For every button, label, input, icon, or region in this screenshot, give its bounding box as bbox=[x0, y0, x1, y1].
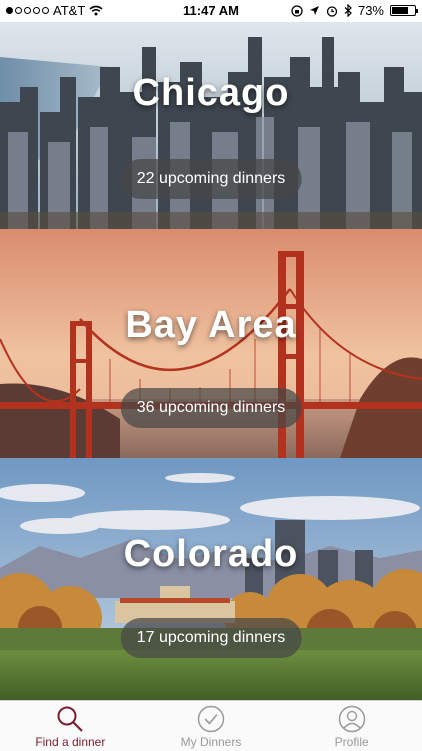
city-card-bay-area[interactable]: Bay Area 36 upcoming dinners bbox=[0, 229, 422, 458]
upcoming-dinners-bay-area: 36 upcoming dinners bbox=[120, 388, 302, 428]
tab-bar: Find a dinner My Dinners Profile bbox=[0, 700, 422, 751]
city-card-chicago[interactable]: Chicago 22 upcoming dinners bbox=[0, 22, 422, 229]
upcoming-dinners-colorado: 17 upcoming dinners bbox=[120, 618, 302, 658]
tab-label-my-dinners: My Dinners bbox=[180, 735, 242, 749]
city-name-colorado: Colorado bbox=[123, 533, 299, 575]
battery-percent: 73% bbox=[357, 3, 384, 18]
alarm-icon bbox=[326, 5, 338, 17]
battery-icon bbox=[390, 5, 418, 16]
location-icon bbox=[309, 6, 319, 15]
status-bar: AT&T 11:47 AM 73% bbox=[0, 0, 422, 22]
tab-label-profile: Profile bbox=[334, 735, 369, 749]
bluetooth-icon bbox=[344, 4, 352, 17]
tab-profile[interactable]: Profile bbox=[281, 701, 422, 751]
city-name-bay-area: Bay Area bbox=[125, 304, 297, 346]
check-circle-icon bbox=[197, 705, 225, 733]
city-card-colorado[interactable]: Colorado 17 upcoming dinners bbox=[0, 458, 422, 700]
tab-label-find-a-dinner: Find a dinner bbox=[35, 735, 106, 749]
city-photo-colorado bbox=[0, 458, 422, 700]
search-icon bbox=[57, 706, 84, 732]
upcoming-dinners-chicago: 22 upcoming dinners bbox=[120, 159, 302, 199]
city-name-chicago: Chicago bbox=[132, 72, 290, 114]
profile-icon bbox=[338, 705, 365, 733]
orientation-lock-icon bbox=[291, 4, 303, 17]
tab-my-dinners[interactable]: My Dinners bbox=[141, 701, 282, 751]
tab-find-a-dinner[interactable]: Find a dinner bbox=[0, 701, 141, 751]
